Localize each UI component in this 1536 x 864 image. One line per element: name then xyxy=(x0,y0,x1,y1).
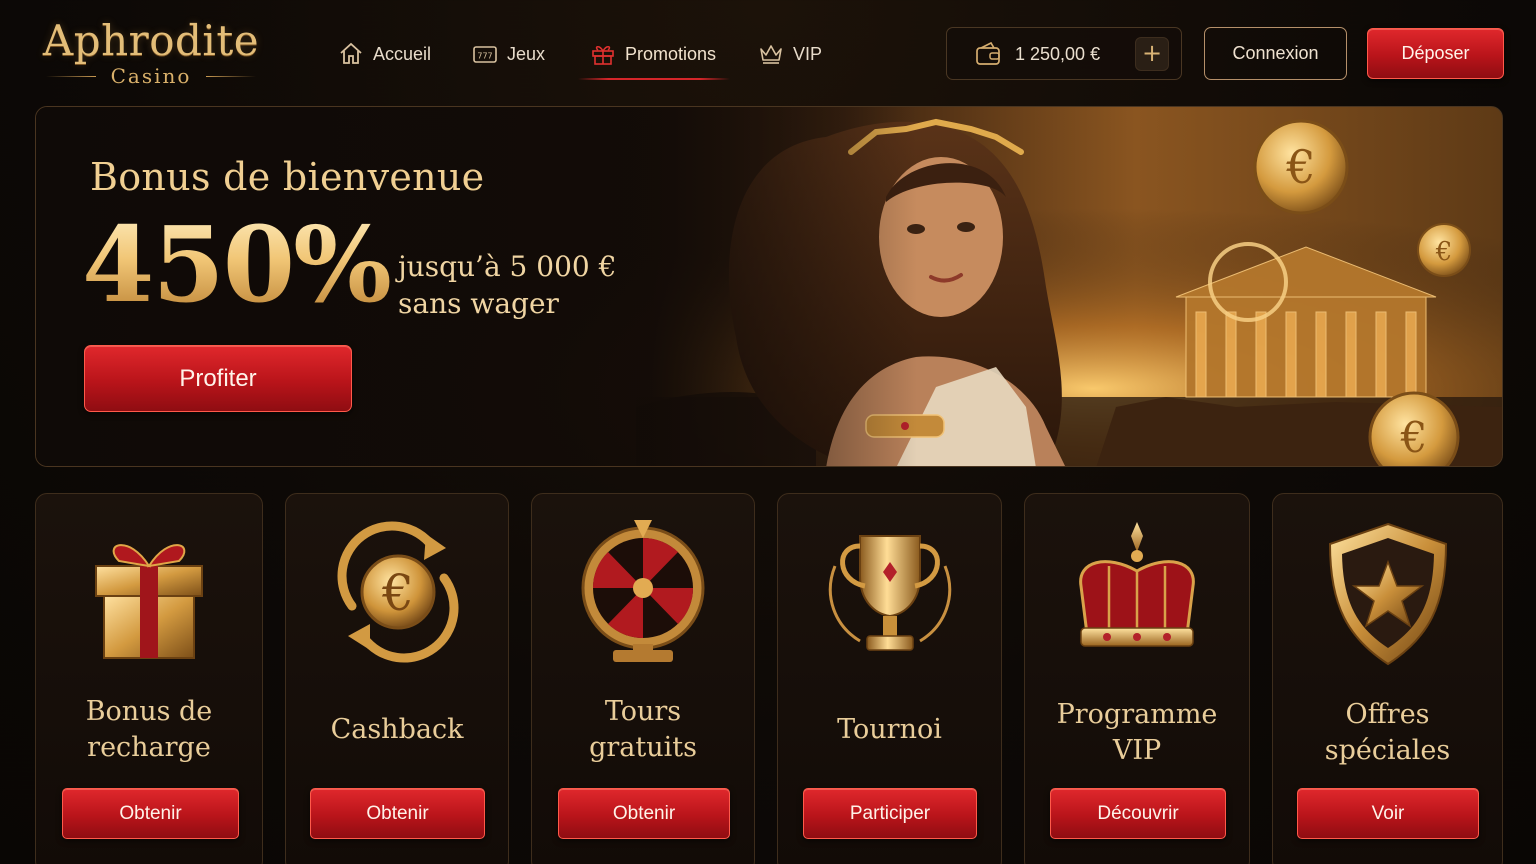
promo-title-line2: spéciales xyxy=(1324,735,1451,766)
hero-bonus-percent: 450% xyxy=(82,203,392,326)
discover-vip-button[interactable]: Découvrir xyxy=(1050,788,1226,839)
crown-icon xyxy=(760,45,782,64)
promo-title: Tournoi xyxy=(837,714,942,745)
slot-machine-icon: 777 xyxy=(473,46,497,63)
obtain-free-spins-button[interactable]: Obtenir xyxy=(558,788,730,839)
promo-title: Bonus de xyxy=(85,696,213,727)
deposit-button[interactable]: Déposer xyxy=(1367,28,1504,79)
gift-box-icon xyxy=(95,544,203,659)
wallet-balance[interactable]: 1 250,00 € + xyxy=(946,27,1182,80)
star-shield-icon xyxy=(1328,522,1447,666)
promo-card-tournament[interactable]: Tournoi Participer xyxy=(777,493,1002,864)
nav-label: Accueil xyxy=(373,43,432,64)
promo-card-reload-bonus[interactable]: Bonus de recharge Obtenir xyxy=(35,493,263,864)
hero-title: Bonus de bienvenue xyxy=(90,155,485,199)
promo-title: Programme xyxy=(1056,699,1218,730)
promo-title-line2: VIP xyxy=(1112,735,1162,766)
promo-card-special-offers[interactable]: Offres spéciales Voir xyxy=(1272,493,1503,864)
wallet-icon xyxy=(976,42,1000,65)
add-funds-button[interactable]: + xyxy=(1135,37,1169,71)
promo-title-line2: gratuits xyxy=(589,732,697,763)
obtain-cashback-button[interactable]: Obtenir xyxy=(310,788,485,839)
promo-title-line2: recharge xyxy=(87,732,211,763)
top-header: Aphrodite Casino Accueil 777 Jeux Promot… xyxy=(0,0,1536,100)
hero-bonus-limit: jusqu’à 5 000 € xyxy=(398,250,617,283)
crown-icon xyxy=(1079,522,1195,647)
nav-item-accueil[interactable]: Accueil xyxy=(338,30,431,78)
euro-cashback-icon: € xyxy=(337,521,459,663)
promo-title: Offres xyxy=(1345,699,1430,730)
hero-bonus-condition: sans wager xyxy=(398,287,559,320)
trophy-icon xyxy=(828,535,951,651)
gift-icon xyxy=(592,46,614,65)
join-tournament-button[interactable]: Participer xyxy=(803,788,977,839)
nav-label: Promotions xyxy=(625,43,717,64)
nav-label: VIP xyxy=(793,43,823,64)
nav-item-jeux[interactable]: 777 Jeux xyxy=(472,30,545,78)
promo-card-cashback[interactable]: € Cashback Obtenir xyxy=(285,493,509,864)
obtain-reload-bonus-button[interactable]: Obtenir xyxy=(62,788,239,839)
promo-title: Cashback xyxy=(330,714,464,745)
login-button[interactable]: Connexion xyxy=(1204,27,1347,80)
claim-bonus-button[interactable]: Profiter xyxy=(84,345,352,412)
logo-divider-right xyxy=(206,76,256,77)
svg-text:€: € xyxy=(381,564,414,622)
promo-title: Tours xyxy=(604,696,682,727)
promo-card-vip-program[interactable]: Programme VIP Découvrir xyxy=(1024,493,1250,864)
svg-text:777: 777 xyxy=(477,52,492,61)
promo-card-free-spins[interactable]: Tours gratuits Obtenir xyxy=(531,493,755,864)
welcome-bonus-banner: € € € Bonus de bienvenue 450% jusqu’à 5 … xyxy=(35,106,1503,467)
nav-item-vip[interactable]: VIP xyxy=(758,30,822,78)
brand-logo[interactable]: Aphrodite Casino xyxy=(40,18,262,90)
nav-label: Jeux xyxy=(507,43,546,64)
wallet-amount: 1 250,00 € xyxy=(1015,44,1101,64)
see-special-offers-button[interactable]: Voir xyxy=(1297,788,1479,839)
nav-item-promotions[interactable]: Promotions xyxy=(577,30,731,80)
fortune-wheel-icon xyxy=(581,520,705,662)
home-icon xyxy=(340,42,362,64)
brand-name: Aphrodite xyxy=(42,16,260,65)
